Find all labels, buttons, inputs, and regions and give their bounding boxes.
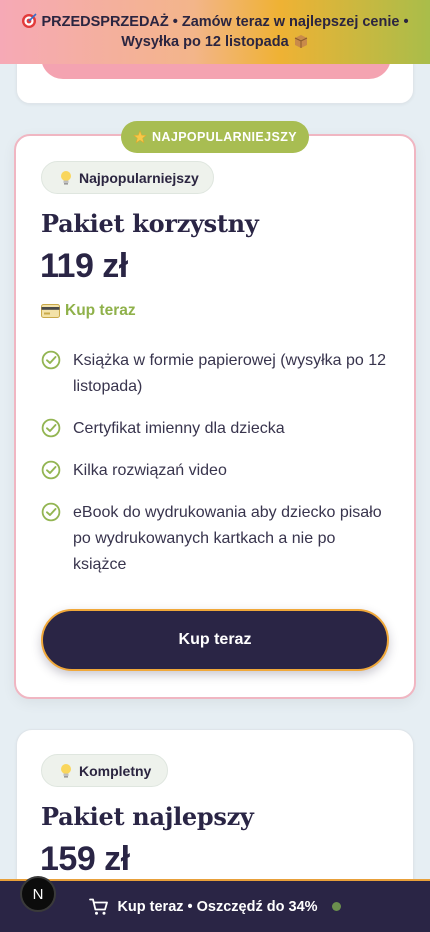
dev-tools-badge[interactable]: N xyxy=(20,876,56,912)
feature-item: Certyfikat imienny dla dziecka xyxy=(41,416,393,442)
feature-list: Książka w formie papierowej (wysyłka po … xyxy=(41,348,393,594)
shopping-cart-icon xyxy=(89,898,109,915)
buy-now-link[interactable]: Kup teraz xyxy=(41,302,136,320)
package-icon xyxy=(294,35,307,48)
plan-chip-popular: Najpopularniejszy xyxy=(41,161,214,194)
lightbulb-icon xyxy=(61,170,71,185)
ribbon-label: NAJPOPULARNIEJSZY xyxy=(151,130,298,144)
credit-card-icon xyxy=(41,304,60,318)
status-dot xyxy=(331,902,341,911)
feature-item: Kilka rozwiązań video xyxy=(41,458,393,484)
sticky-buy-bar[interactable]: Kup teraz • Oszczędź do 34% xyxy=(0,879,430,932)
check-circle-icon xyxy=(41,418,61,438)
buy-now-button[interactable]: Kup teraz xyxy=(41,609,389,671)
chip-label: Kompletny xyxy=(79,762,152,779)
target-icon xyxy=(22,13,37,28)
star-icon xyxy=(133,130,147,144)
sticky-bar-label: Kup teraz • Oszczędź do 34% xyxy=(117,898,318,915)
promo-line-1: PRZEDSPRZEDAŻ • Zamów teraz w najlepszej… xyxy=(41,14,409,30)
plan-price: 159 zł xyxy=(40,840,130,878)
check-circle-icon xyxy=(41,460,61,480)
feature-item: Książka w formie papierowej (wysyłka po … xyxy=(41,348,393,400)
plan-price: 119 zł xyxy=(40,247,128,285)
feature-item: eBook do wydrukowania aby dziecko pisało… xyxy=(41,500,393,578)
plan-chip-complete: Kompletny xyxy=(41,754,169,787)
buy-link-label: Kup teraz xyxy=(65,302,136,319)
lightbulb-icon xyxy=(61,763,71,778)
plan-title: Pakiet najlepszy xyxy=(41,802,254,831)
most-popular-ribbon: NAJPOPULARNIEJSZY xyxy=(121,121,309,153)
chip-label: Najpopularniejszy xyxy=(79,169,199,186)
check-circle-icon xyxy=(41,502,61,522)
check-circle-icon xyxy=(41,350,61,370)
promo-banner: PRZEDSPRZEDAŻ • Zamów teraz w najlepszej… xyxy=(0,0,430,64)
plan-title: Pakiet korzystny xyxy=(41,209,259,238)
promo-line-2: Wysyłka po 12 listopada xyxy=(121,34,289,50)
